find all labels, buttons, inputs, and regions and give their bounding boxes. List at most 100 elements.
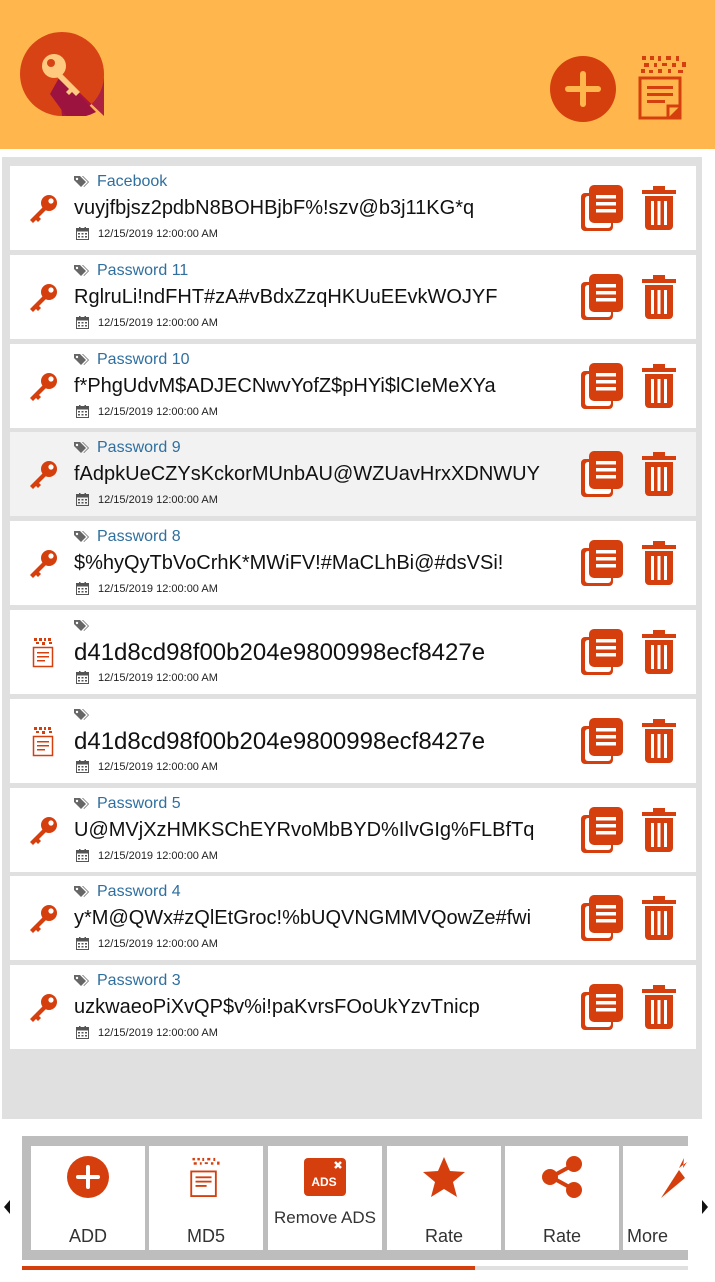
menu-remove-ads-label: Remove ADS	[273, 1208, 377, 1227]
entry-date: 12/15/2019 12:00:00 AM	[98, 317, 218, 329]
md5-document-icon	[32, 727, 56, 757]
key-icon	[28, 904, 58, 934]
entry-value: U@MVjXzHMKSChEYRvoMbBYD%IlvGIg%FLBfTq	[74, 819, 535, 841]
menu-add-label: ADD	[68, 1226, 107, 1246]
copy-button[interactable]	[581, 451, 623, 497]
copy-button[interactable]	[581, 984, 623, 1030]
copy-button[interactable]	[581, 540, 623, 586]
menu-more-button[interactable]: More	[623, 1146, 688, 1250]
copy-button[interactable]	[581, 629, 623, 675]
entry-row[interactable]: Password 4 y*M@QWx#zQlEtGroc!%bUQVNGMMVQo…	[10, 876, 696, 960]
entry-row[interactable]: Password 10 f*PhgUdvM$ADJECNwvYofZ$pHYi$l…	[10, 344, 696, 428]
menu-scroll-indicator	[22, 1266, 688, 1270]
menu-rate-button[interactable]: Rate	[387, 1146, 501, 1250]
delete-button[interactable]	[642, 719, 676, 763]
entry-value: f*PhgUdvM$ADJECNwvYofZ$pHYi$lCIeMeXYa	[74, 375, 496, 397]
delete-button[interactable]	[642, 452, 676, 496]
copy-button[interactable]	[581, 895, 623, 941]
copy-button[interactable]	[581, 274, 623, 320]
entry-value: fAdpkUeCZYsKckorMUnbAU@WZUavHrxXDNWUY	[74, 463, 540, 485]
entry-title: Password 10	[97, 351, 190, 368]
tag-icon	[74, 264, 89, 277]
copy-button[interactable]	[581, 807, 623, 853]
menu-md5-label: MD5	[186, 1226, 225, 1246]
entry-date: 12/15/2019 12:00:00 AM	[98, 1027, 218, 1039]
calendar-icon	[76, 316, 89, 329]
entry-value: d41d8cd98f00b204e9800998ecf8427e	[74, 728, 486, 755]
entry-date: 12/15/2019 12:00:00 AM	[98, 583, 218, 595]
entry-row[interactable]: Password 5 U@MVjXzHMKSChEYRvoMbBYD%IlvGIg…	[10, 788, 696, 872]
header-add-button[interactable]	[550, 56, 616, 122]
header-md5-button[interactable]	[638, 54, 690, 120]
delete-button[interactable]	[642, 630, 676, 674]
menu-remove-ads-button[interactable]: ADS Remove ADS	[268, 1146, 382, 1250]
share-icon	[542, 1156, 582, 1198]
key-icon	[28, 816, 58, 846]
calendar-icon	[76, 849, 89, 862]
delete-button[interactable]	[642, 541, 676, 585]
entry-row[interactable]: d41d8cd98f00b204e9800998ecf8427e 12/15/20…	[10, 610, 696, 694]
menu-scroll-indicator-fill	[22, 1266, 475, 1270]
delete-button[interactable]	[642, 896, 676, 940]
entry-row[interactable]: Password 3 uzkwaeoPiXvQP$v%i!paKvrsFOoUkY…	[10, 965, 696, 1049]
scroll-left-icon[interactable]	[2, 1198, 12, 1216]
delete-button[interactable]	[642, 275, 676, 319]
entry-date: 12/15/2019 12:00:00 AM	[98, 406, 218, 418]
plus-circle-icon	[67, 1156, 109, 1198]
menu-share-button[interactable]: Rate	[505, 1146, 619, 1250]
key-icon	[28, 993, 58, 1023]
bottom-menu: ADD MD5 ADS Remove ADS Rate Rate More	[22, 1136, 688, 1260]
svg-text:ADS: ADS	[311, 1175, 336, 1189]
tag-icon	[74, 441, 89, 454]
entry-row[interactable]: d41d8cd98f00b204e9800998ecf8427e 12/15/20…	[10, 699, 696, 783]
tag-icon	[74, 619, 89, 632]
key-icon	[28, 194, 58, 224]
entry-row[interactable]: Password 11 RglruLi!ndFHT#zA#vBdxZzqHKUuE…	[10, 255, 696, 339]
key-icon	[28, 283, 58, 313]
calendar-icon	[76, 760, 89, 773]
entry-value: uzkwaeoPiXvQP$v%i!paKvrsFOoUkYzvTnicp	[74, 996, 480, 1018]
tag-icon	[74, 353, 89, 366]
entry-title: Password 3	[97, 972, 181, 989]
ads-icon: ADS	[304, 1158, 346, 1196]
entries-list[interactable]: Facebook vuyjfbjsz2pdbN8BOHBjbF%!szv@b3j1…	[2, 157, 702, 1119]
key-logo-icon	[20, 32, 104, 116]
app-header	[0, 0, 715, 149]
md5-document-icon	[32, 638, 56, 668]
delete-button[interactable]	[642, 364, 676, 408]
entry-title: Password 8	[97, 528, 181, 545]
menu-add-button[interactable]: ADD	[31, 1146, 145, 1250]
menu-more-label: More	[627, 1226, 669, 1246]
copy-button[interactable]	[581, 718, 623, 764]
entry-value: $%hyQyTbVoCrhK*MWiFV!#MaCLhBi@#dsVSi!	[74, 552, 504, 574]
tag-icon	[74, 175, 89, 188]
menu-rate-label: Rate	[424, 1226, 464, 1246]
entry-date: 12/15/2019 12:00:00 AM	[98, 672, 218, 684]
menu-md5-button[interactable]: MD5	[149, 1146, 263, 1250]
entry-date: 12/15/2019 12:00:00 AM	[98, 494, 218, 506]
delete-button[interactable]	[642, 808, 676, 852]
calendar-icon	[76, 227, 89, 240]
md5-document-icon	[190, 1157, 220, 1197]
key-icon	[28, 460, 58, 490]
entry-date: 12/15/2019 12:00:00 AM	[98, 228, 218, 240]
entry-date: 12/15/2019 12:00:00 AM	[98, 850, 218, 862]
copy-button[interactable]	[581, 363, 623, 409]
entry-row[interactable]: Facebook vuyjfbjsz2pdbN8BOHBjbF%!szv@b3j1…	[10, 166, 696, 250]
scroll-right-icon[interactable]	[700, 1198, 710, 1216]
carrot-icon	[661, 1158, 687, 1198]
calendar-icon	[76, 671, 89, 684]
star-icon	[423, 1157, 465, 1197]
entry-row[interactable]: Password 9 fAdpkUeCZYsKckorMUnbAU@WZUavHr…	[10, 432, 696, 516]
entry-title: Password 5	[97, 795, 181, 812]
tag-icon	[74, 530, 89, 543]
calendar-icon	[76, 405, 89, 418]
copy-button[interactable]	[581, 185, 623, 231]
tag-icon	[74, 708, 89, 721]
delete-button[interactable]	[642, 985, 676, 1029]
entry-title: Password 4	[97, 883, 181, 900]
tag-icon	[74, 885, 89, 898]
entry-title: Password 11	[97, 262, 189, 279]
delete-button[interactable]	[642, 186, 676, 230]
entry-row[interactable]: Password 8 $%hyQyTbVoCrhK*MWiFV!#MaCLhBi@…	[10, 521, 696, 605]
